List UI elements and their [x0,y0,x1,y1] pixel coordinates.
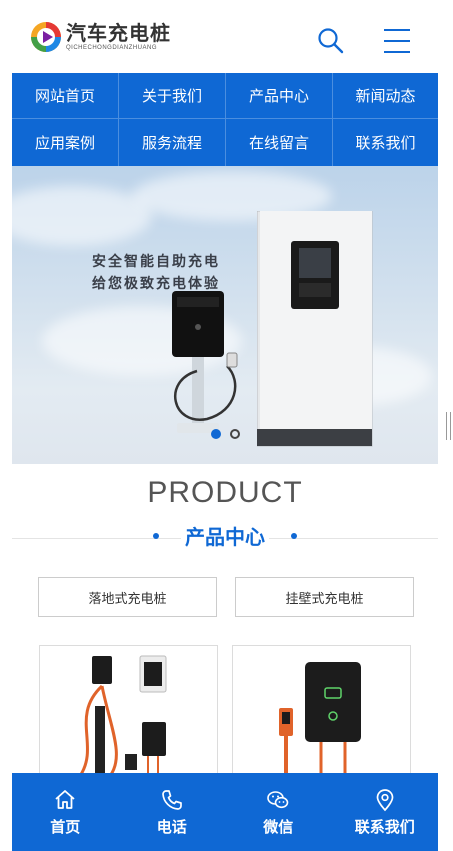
nav-item-about[interactable]: 关于我们 [119,73,226,119]
product-image [78,655,167,781]
main-nav: 网站首页 关于我们 产品中心 新闻动态 应用案例 服务流程 在线留言 联系我们 [12,73,438,166]
home-icon [55,789,75,809]
logo-play-icon [31,22,61,52]
carousel-dot-1[interactable] [211,429,221,439]
nav-item-home[interactable]: 网站首页 [12,73,119,119]
product-image [279,662,361,778]
location-icon [376,788,394,811]
nav-item-products[interactable]: 产品中心 [226,73,333,119]
bottom-wechat-button[interactable]: 微信 [225,773,332,851]
bottom-contact-label: 联系我们 [354,817,415,836]
hero-banner[interactable]: 安全智能自助充电 给您极致充电体验 [12,166,438,464]
logo-title: 汽车充电桩 [66,21,171,45]
scrollbar-handle[interactable] [446,412,451,440]
bullet-right-icon [291,532,297,539]
category-wall-charger-button[interactable]: 挂壁式充电桩 [235,577,414,617]
bottom-phone-label: 电话 [156,817,187,836]
nav-item-message[interactable]: 在线留言 [226,119,333,166]
product-card[interactable] [232,645,411,785]
bullet-left-icon [153,532,159,539]
bottom-wechat-label: 微信 [263,817,294,836]
product-subtitle-label: 产品中心 [181,521,269,550]
site-header: 汽车充电桩 QICHECHONGDIANZHUANG [12,6,438,73]
product-section-subtitle: 产品中心 [12,521,438,550]
floor-charger-image [172,291,238,433]
logo-subtitle: QICHECHONGDIANZHUANG [66,45,158,51]
bottom-home-label: 首页 [50,817,81,836]
bottom-phone-button[interactable]: 电话 [119,773,226,851]
phone-icon [161,789,182,810]
category-floor-charger-button[interactable]: 落地式充电桩 [38,577,217,617]
nav-item-news[interactable]: 新闻动态 [333,73,438,119]
site-logo[interactable]: 汽车充电桩 QICHECHONGDIANZHUANG [29,20,171,54]
bottom-home-button[interactable]: 首页 [12,773,119,851]
carousel-dot-2[interactable] [230,429,240,439]
cabinet-charger-image [257,211,373,447]
search-icon[interactable] [316,26,346,56]
page: 汽车充电桩 QICHECHONGDIANZHUANG 网站首页 关于我们 产品中… [12,6,438,851]
bottom-contact-button[interactable]: 联系我们 [332,773,439,851]
bottom-toolbar: 首页 电话 微信 联系我们 [12,773,438,851]
product-card[interactable] [39,645,218,785]
wechat-icon [267,790,289,808]
hamburger-menu-icon[interactable] [382,26,412,56]
nav-item-contact[interactable]: 联系我们 [333,119,438,166]
nav-item-service[interactable]: 服务流程 [119,119,226,166]
logo-text: 汽车充电桩 QICHECHONGDIANZHUANG [66,22,171,52]
product-section-title: PRODUCT [147,476,303,509]
nav-item-cases[interactable]: 应用案例 [12,119,119,166]
